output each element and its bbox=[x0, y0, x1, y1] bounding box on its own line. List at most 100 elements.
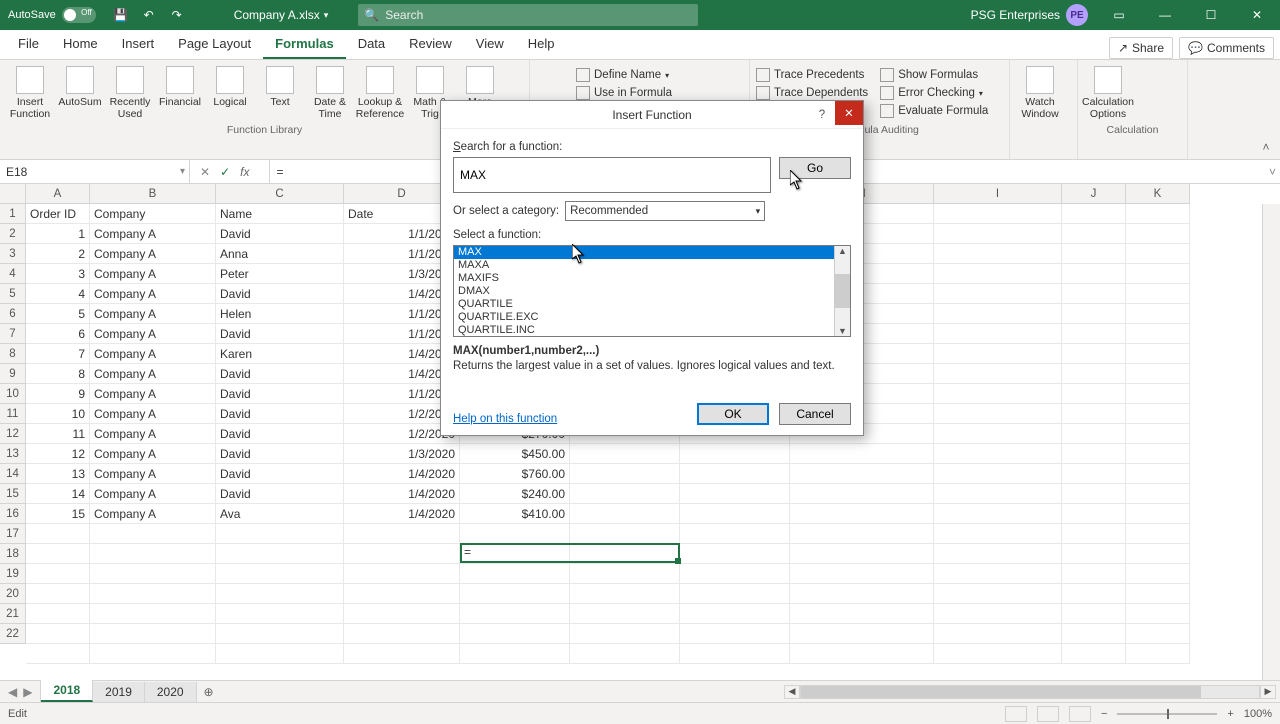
use-in-formula-button[interactable]: Use in Formula bbox=[576, 86, 743, 100]
cancel-formula-icon[interactable]: ✕ bbox=[200, 165, 210, 179]
dialog-close-icon[interactable]: ✕ bbox=[835, 101, 863, 125]
function-list-item[interactable]: DMAX bbox=[454, 285, 850, 298]
scroll-right-icon[interactable]: ▶ bbox=[1260, 685, 1276, 699]
cell[interactable] bbox=[26, 624, 90, 644]
cell[interactable] bbox=[934, 464, 1062, 484]
cell[interactable]: David bbox=[216, 224, 344, 244]
cell[interactable] bbox=[680, 524, 790, 544]
cell[interactable] bbox=[460, 564, 570, 584]
cell[interactable] bbox=[680, 624, 790, 644]
cell[interactable] bbox=[1126, 204, 1190, 224]
column-header[interactable]: J bbox=[1062, 184, 1126, 204]
cell[interactable]: 1/4/2020 bbox=[344, 464, 460, 484]
cell[interactable] bbox=[1126, 344, 1190, 364]
tab-formulas[interactable]: Formulas bbox=[263, 30, 346, 59]
cell[interactable] bbox=[934, 404, 1062, 424]
cell[interactable]: 1/4/2020 bbox=[344, 504, 460, 524]
cell[interactable] bbox=[934, 524, 1062, 544]
cell[interactable]: Company A bbox=[90, 484, 216, 504]
row-header[interactable]: 13 bbox=[0, 444, 26, 464]
cell[interactable]: Company A bbox=[90, 364, 216, 384]
cell[interactable] bbox=[934, 444, 1062, 464]
cell[interactable]: Company A bbox=[90, 424, 216, 444]
cell[interactable] bbox=[1126, 444, 1190, 464]
dialog-help-icon[interactable]: ? bbox=[811, 105, 833, 125]
text-button[interactable]: Text bbox=[256, 64, 304, 122]
normal-view-icon[interactable] bbox=[1005, 706, 1027, 722]
lookup--button[interactable]: Lookup & Reference bbox=[356, 64, 404, 122]
watch-window-button[interactable]: Watch Window bbox=[1016, 64, 1064, 122]
row-header[interactable]: 7 bbox=[0, 324, 26, 344]
autosum-button[interactable]: AutoSum bbox=[56, 64, 104, 122]
cell[interactable] bbox=[790, 524, 934, 544]
cell[interactable]: Company A bbox=[90, 404, 216, 424]
error-checking-button[interactable]: Error Checking▾ bbox=[880, 86, 988, 100]
tab-view[interactable]: View bbox=[464, 30, 516, 59]
cell[interactable] bbox=[1062, 604, 1126, 624]
cell[interactable] bbox=[790, 504, 934, 524]
cell[interactable] bbox=[570, 444, 680, 464]
cell[interactable] bbox=[1062, 204, 1126, 224]
cell[interactable] bbox=[216, 644, 344, 664]
dialog-titlebar[interactable]: Insert Function ? ✕ bbox=[441, 101, 863, 129]
cell[interactable] bbox=[1126, 504, 1190, 524]
column-header[interactable]: I bbox=[934, 184, 1062, 204]
scroll-left-icon[interactable]: ◀ bbox=[784, 685, 800, 699]
cell[interactable]: Peter bbox=[216, 264, 344, 284]
function-list-item[interactable]: MAXA bbox=[454, 259, 850, 272]
date--button[interactable]: Date & Time bbox=[306, 64, 354, 122]
cell[interactable] bbox=[934, 484, 1062, 504]
cell[interactable]: Company A bbox=[90, 304, 216, 324]
row-header[interactable]: 6 bbox=[0, 304, 26, 324]
zoom-level[interactable]: 100% bbox=[1244, 708, 1272, 720]
cell[interactable]: Company A bbox=[90, 464, 216, 484]
cell[interactable]: Company A bbox=[90, 224, 216, 244]
row-header[interactable]: 9 bbox=[0, 364, 26, 384]
redo-icon[interactable]: ↷ bbox=[168, 6, 186, 24]
cell[interactable] bbox=[680, 604, 790, 624]
search-function-input[interactable] bbox=[453, 157, 771, 193]
cell[interactable] bbox=[680, 584, 790, 604]
cell[interactable] bbox=[934, 364, 1062, 384]
cell[interactable] bbox=[1062, 424, 1126, 444]
cell[interactable]: 2 bbox=[26, 244, 90, 264]
cell[interactable]: Company A bbox=[90, 344, 216, 364]
cell[interactable] bbox=[460, 624, 570, 644]
tab-home[interactable]: Home bbox=[51, 30, 110, 59]
cell[interactable] bbox=[790, 624, 934, 644]
recently-button[interactable]: Recently Used bbox=[106, 64, 154, 122]
zoom-slider[interactable] bbox=[1117, 713, 1217, 715]
cell[interactable] bbox=[1062, 244, 1126, 264]
tab-insert[interactable]: Insert bbox=[110, 30, 167, 59]
cell[interactable]: David bbox=[216, 464, 344, 484]
cell[interactable] bbox=[1062, 524, 1126, 544]
row-header[interactable]: 12 bbox=[0, 424, 26, 444]
cell[interactable] bbox=[934, 424, 1062, 444]
function-list-item[interactable]: QUARTILE.EXC bbox=[454, 311, 850, 324]
row-header[interactable]: 14 bbox=[0, 464, 26, 484]
row-header[interactable]: 8 bbox=[0, 344, 26, 364]
row-header[interactable]: 1 bbox=[0, 204, 26, 224]
cell[interactable] bbox=[344, 524, 460, 544]
cell[interactable] bbox=[1062, 404, 1126, 424]
cell[interactable]: 14 bbox=[26, 484, 90, 504]
cell[interactable] bbox=[1062, 444, 1126, 464]
close-window-icon[interactable]: ✕ bbox=[1234, 0, 1280, 30]
tab-page-layout[interactable]: Page Layout bbox=[166, 30, 263, 59]
ribbon-display-options-icon[interactable]: ▭ bbox=[1096, 0, 1142, 30]
function-list[interactable]: MAXMAXAMAXIFSDMAXQUARTILEQUARTILE.EXCQUA… bbox=[453, 245, 851, 337]
row-header[interactable]: 18 bbox=[0, 544, 26, 564]
column-header[interactable]: K bbox=[1126, 184, 1190, 204]
cell[interactable]: David bbox=[216, 384, 344, 404]
cell[interactable]: David bbox=[216, 364, 344, 384]
sheet-prev-icon[interactable]: ◀ bbox=[8, 685, 17, 699]
trace-precedents-button[interactable]: Trace Precedents bbox=[756, 68, 868, 82]
cell[interactable] bbox=[1062, 564, 1126, 584]
cell[interactable] bbox=[934, 544, 1062, 564]
cancel-button[interactable]: Cancel bbox=[779, 403, 851, 425]
cell[interactable]: David bbox=[216, 404, 344, 424]
cell[interactable] bbox=[1126, 564, 1190, 584]
row-header[interactable]: 3 bbox=[0, 244, 26, 264]
cell[interactable]: Company A bbox=[90, 284, 216, 304]
cell[interactable] bbox=[1062, 384, 1126, 404]
